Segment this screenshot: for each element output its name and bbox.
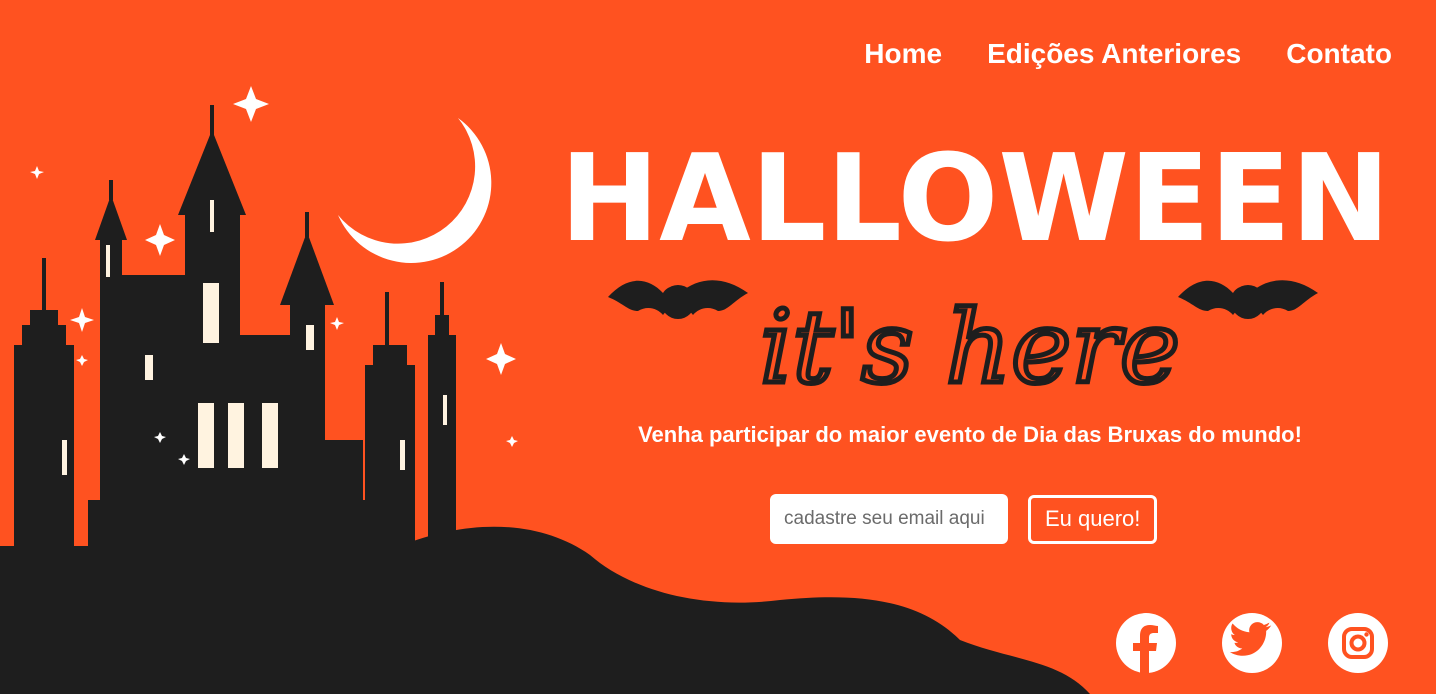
bat-icon: [1178, 280, 1318, 319]
signup-form: Eu quero!: [770, 494, 1158, 544]
social-links: [1116, 613, 1388, 673]
hero-title-text: HALLOWEEN: [560, 130, 1390, 268]
nav-contact[interactable]: Contato: [1286, 38, 1392, 70]
castle-silhouette: [14, 105, 456, 550]
instagram-link[interactable]: [1328, 613, 1388, 673]
twitter-link[interactable]: [1222, 613, 1282, 673]
main-nav: Home Edições Anteriores Contato: [864, 38, 1392, 70]
moon-icon: [338, 118, 492, 263]
nav-home[interactable]: Home: [864, 38, 942, 70]
instagram-icon: [1342, 627, 1374, 659]
hero-title: HALLOWEEN: [560, 130, 1390, 268]
email-input[interactable]: [770, 494, 1008, 544]
hero-subtitle-area: it's here: [608, 280, 1318, 409]
signup-button[interactable]: Eu quero!: [1028, 494, 1158, 544]
twitter-icon: [1229, 622, 1272, 656]
nav-previous-editions[interactable]: Edições Anteriores: [987, 38, 1241, 70]
facebook-icon: [1133, 625, 1158, 673]
hero-subtitle: it's here: [760, 289, 1180, 406]
facebook-link[interactable]: [1116, 613, 1176, 673]
bat-icon: [608, 280, 748, 319]
hero-tagline: Venha participar do maior evento de Dia …: [638, 422, 1302, 447]
hill-silhouette: [0, 526, 1090, 694]
